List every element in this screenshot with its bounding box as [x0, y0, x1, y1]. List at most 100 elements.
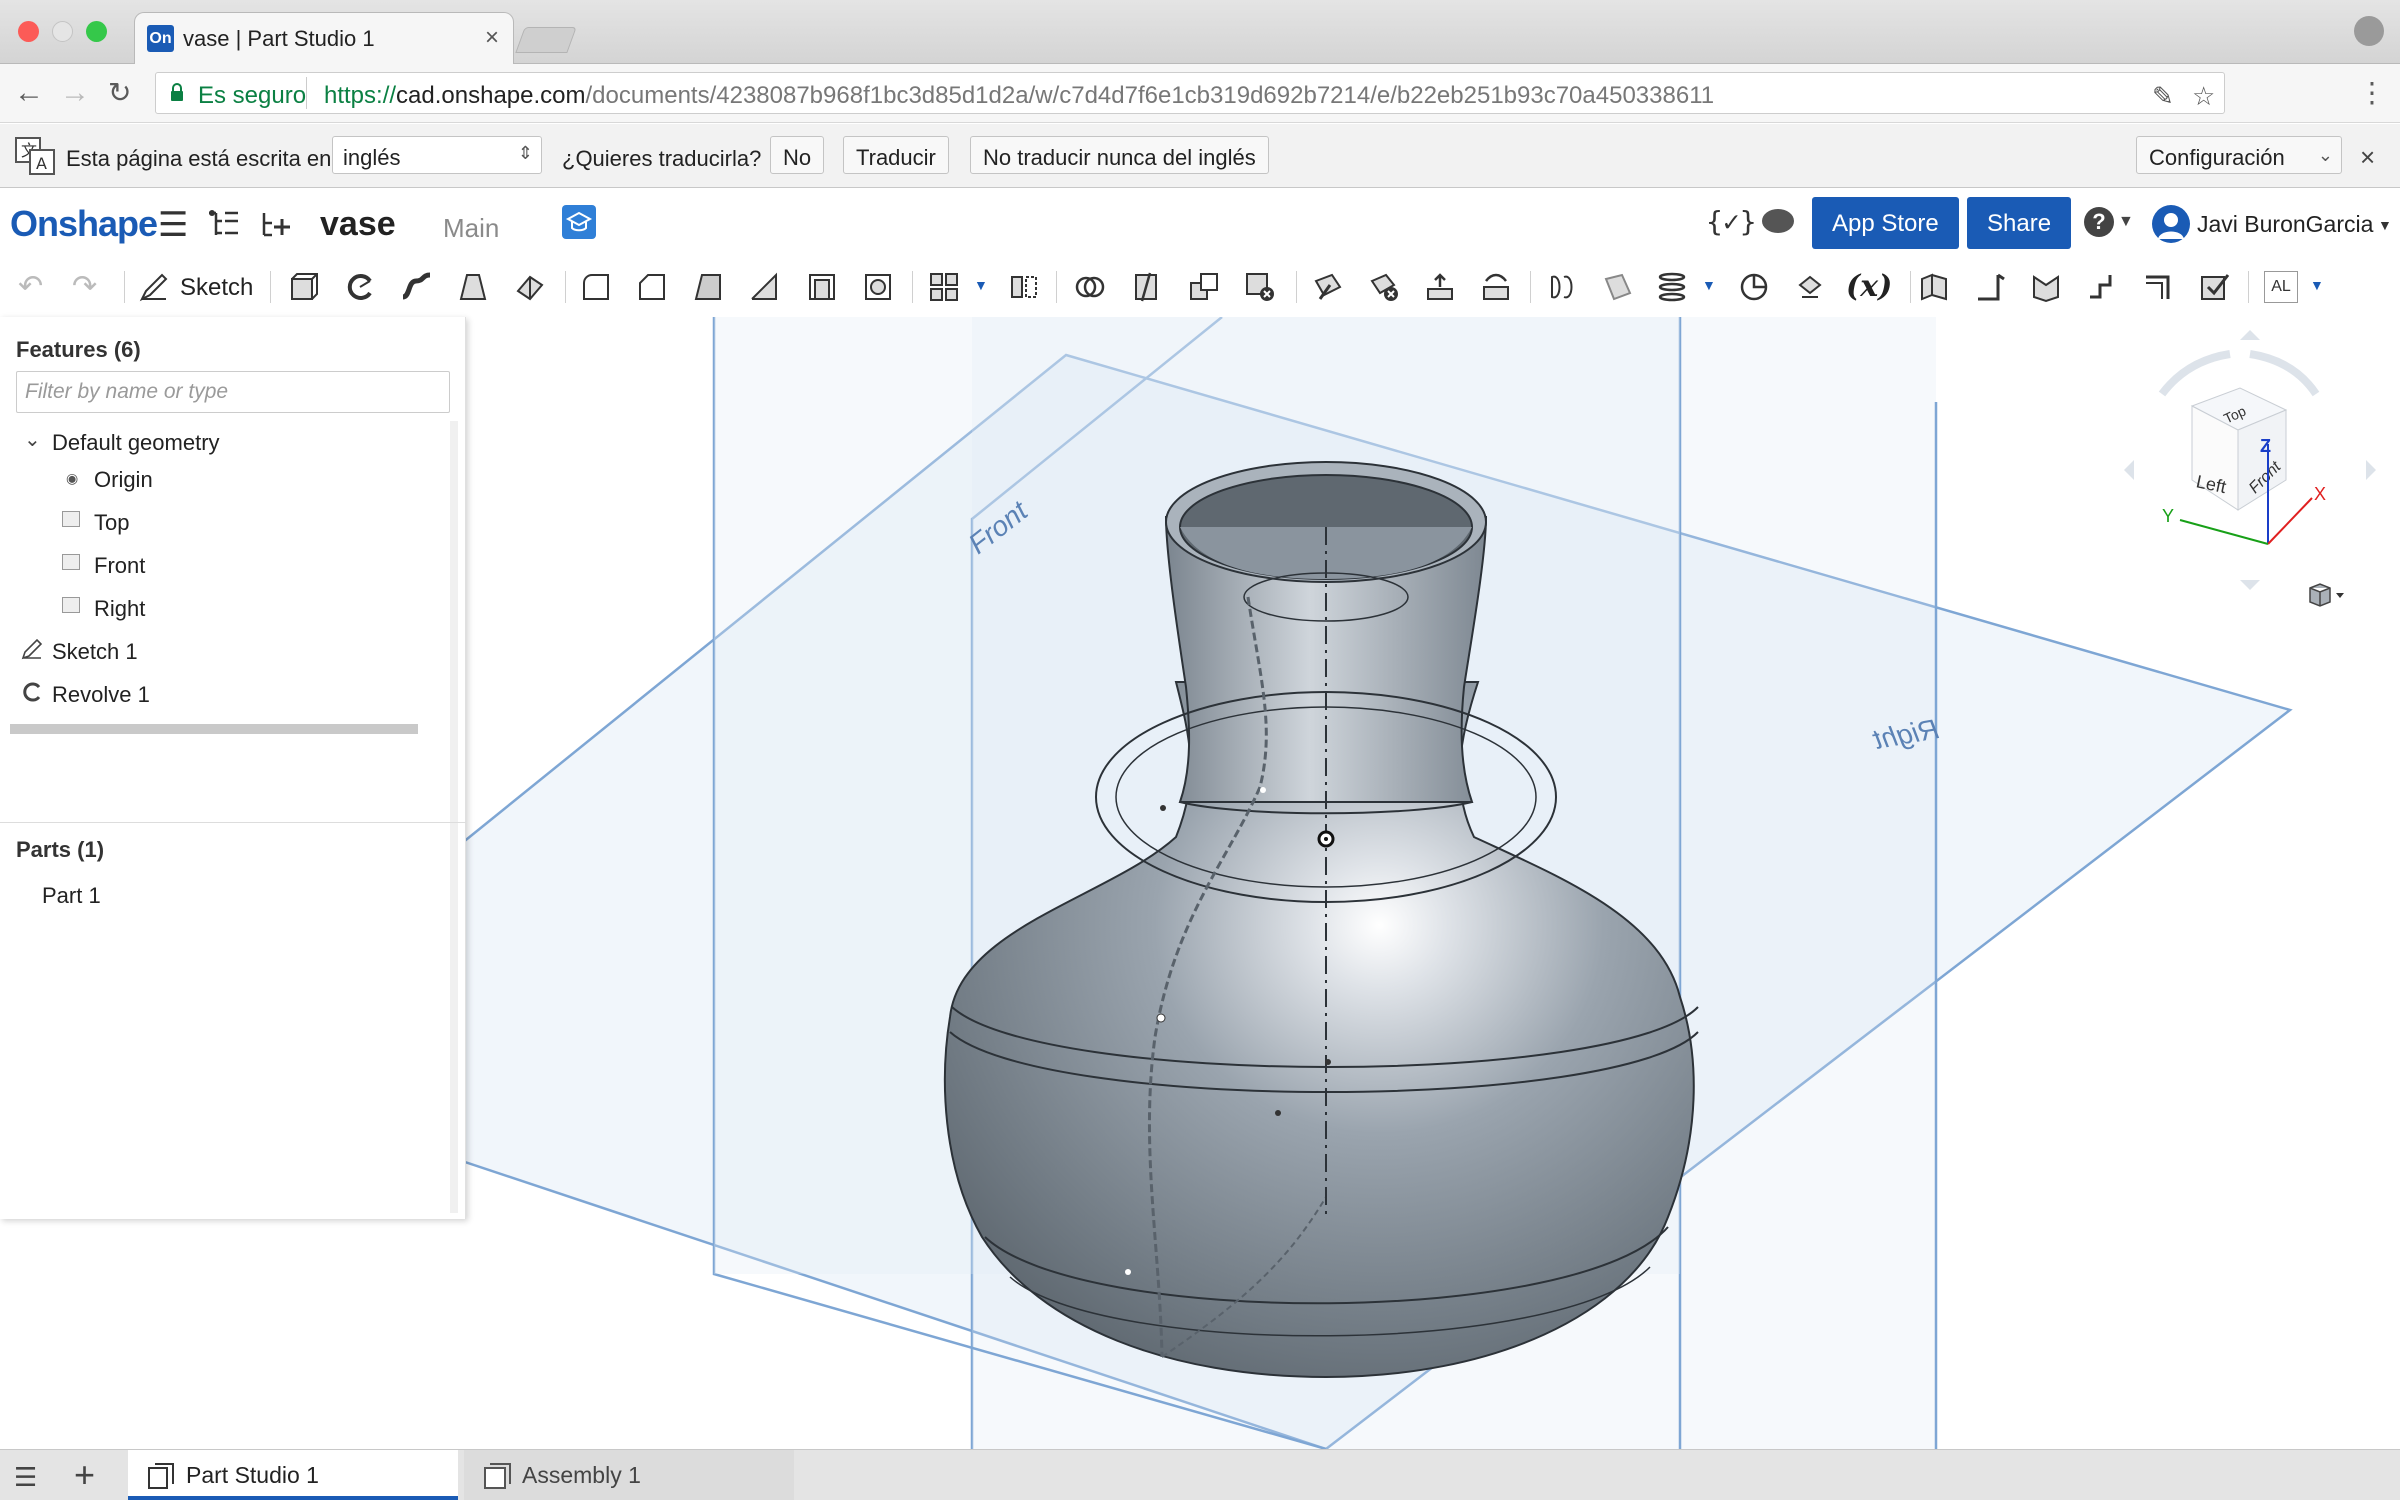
linear-pattern-icon[interactable]: [928, 271, 960, 303]
tab-close-icon[interactable]: ×: [485, 24, 499, 52]
modify-fillet-icon[interactable]: [1312, 271, 1344, 303]
extrude-icon[interactable]: [287, 271, 319, 303]
variables-icon[interactable]: {✓}: [1706, 205, 1757, 238]
language-select[interactable]: inglés ⇕: [332, 136, 542, 174]
part-item-part-1[interactable]: Part 1: [42, 883, 101, 909]
delete-face-icon[interactable]: [1368, 271, 1400, 303]
measure-icon[interactable]: [1738, 271, 1770, 303]
replace-face-icon[interactable]: [1480, 271, 1512, 303]
workspace-name[interactable]: Main: [443, 213, 499, 244]
sketch-pencil-icon[interactable]: [138, 271, 170, 303]
reload-icon[interactable]: ↻: [108, 76, 131, 109]
render-mode-dropdown[interactable]: [2306, 580, 2346, 610]
comments-icon[interactable]: [1762, 209, 1794, 233]
translate-button[interactable]: Traducir: [843, 136, 949, 174]
view-down-arrow-icon[interactable]: [2240, 580, 2260, 590]
fillet-icon[interactable]: [580, 271, 612, 303]
feature-item-right[interactable]: Right: [94, 596, 145, 622]
helix-icon[interactable]: [1656, 271, 1688, 303]
mirror-icon[interactable]: [1008, 271, 1040, 303]
back-arrow-icon[interactable]: ←: [14, 76, 44, 110]
feature-filter-input[interactable]: [16, 371, 450, 413]
onshape-logo[interactable]: Onshape: [10, 203, 158, 245]
translate-config-select[interactable]: Configuración ⌄: [2136, 136, 2342, 174]
hole-icon[interactable]: [862, 271, 894, 303]
insert-feature-icon[interactable]: [260, 209, 294, 239]
learning-center-icon[interactable]: [562, 205, 596, 239]
applications-menu-button[interactable]: AL: [2264, 271, 2298, 303]
draft-icon[interactable]: [692, 271, 724, 303]
view-up-arrow-icon[interactable]: [2240, 330, 2260, 340]
transform-icon[interactable]: [1188, 271, 1220, 303]
user-name[interactable]: Javi BuronGarcia: [2197, 211, 2373, 238]
url-input[interactable]: Es seguro https://cad.onshape.com/docume…: [155, 72, 2225, 114]
view-right-arrow-icon[interactable]: [2366, 460, 2376, 480]
user-menu-caret-icon[interactable]: ▼: [2378, 217, 2392, 233]
browser-tab-active[interactable]: On vase | Part Studio 1 ×: [134, 12, 514, 65]
no-translate-button[interactable]: No: [770, 136, 825, 174]
mate-connector-icon[interactable]: [1794, 271, 1826, 303]
split-icon[interactable]: [1130, 271, 1162, 303]
app-store-button[interactable]: App Store: [1812, 197, 1959, 249]
revolve-icon[interactable]: [344, 271, 376, 303]
help-caret-icon[interactable]: ▼: [2118, 213, 2134, 231]
never-translate-button[interactable]: No traducir nunca del inglés: [970, 136, 1269, 174]
forward-arrow-icon[interactable]: →: [60, 76, 90, 110]
browser-profile-icon[interactable]: [2354, 16, 2384, 46]
tab-manager-icon[interactable]: ☰: [14, 1462, 37, 1493]
plane-icon[interactable]: [1602, 271, 1634, 303]
finish-sheet-metal-icon[interactable]: [2198, 271, 2230, 303]
tab-part-studio-1[interactable]: Part Studio 1: [128, 1450, 458, 1500]
feature-item-top[interactable]: Top: [94, 510, 129, 536]
user-avatar[interactable]: [2152, 205, 2190, 243]
maximize-window-button[interactable]: [86, 21, 107, 42]
add-tab-icon[interactable]: +: [74, 1454, 95, 1496]
bookmark-star-icon[interactable]: ☆: [2192, 81, 2215, 112]
thicken-icon[interactable]: [514, 271, 546, 303]
minimize-window-button[interactable]: [52, 21, 73, 42]
chamfer-icon[interactable]: [636, 271, 668, 303]
rotate-arrow-right-icon[interactable]: [2249, 350, 2320, 397]
vertical-scrollbar[interactable]: [450, 421, 458, 1213]
offset-surface-icon[interactable]: [1546, 271, 1578, 303]
variable-button[interactable]: (x): [1846, 269, 1892, 304]
paintbrush-icon[interactable]: ✎: [2152, 81, 2174, 112]
feature-item-origin[interactable]: Origin: [94, 467, 153, 493]
browser-menu-icon[interactable]: ⋮: [2358, 76, 2386, 109]
sketch-button[interactable]: Sketch: [180, 274, 253, 302]
move-face-icon[interactable]: [1424, 271, 1456, 303]
panel-divider[interactable]: [0, 822, 466, 823]
view-left-arrow-icon[interactable]: [2124, 460, 2134, 480]
hamburger-menu-icon[interactable]: ☰: [158, 205, 188, 245]
feature-list-icon[interactable]: [206, 209, 240, 239]
chevron-down-icon[interactable]: ⌄: [24, 427, 41, 452]
boolean-icon[interactable]: [1074, 271, 1106, 303]
tab-assembly-1[interactable]: Assembly 1: [464, 1450, 794, 1500]
horizontal-scrollbar[interactable]: [10, 724, 418, 734]
undo-icon[interactable]: ↶: [18, 269, 43, 304]
new-tab-button[interactable]: [515, 27, 577, 53]
share-button[interactable]: Share: [1967, 197, 2072, 249]
help-icon[interactable]: ?: [2084, 207, 2114, 237]
feature-item-front[interactable]: Front: [94, 553, 145, 579]
curve-caret-icon[interactable]: ▼: [1702, 277, 1716, 293]
flange-icon[interactable]: [1974, 271, 2006, 303]
sweep-icon[interactable]: [400, 271, 432, 303]
pattern-caret-icon[interactable]: ▼: [974, 277, 988, 293]
shell-icon[interactable]: [806, 271, 838, 303]
rotate-arrow-left-icon[interactable]: [2158, 350, 2231, 397]
close-translate-icon[interactable]: ×: [2360, 142, 2375, 173]
view-cube[interactable]: Top Left Front Z X Y: [2100, 330, 2400, 610]
sheet-metal-icon[interactable]: [1918, 271, 1950, 303]
rib-icon[interactable]: [748, 271, 780, 303]
default-geometry-group[interactable]: Default geometry: [52, 430, 220, 456]
applications-caret-icon[interactable]: ▼: [2310, 277, 2324, 293]
document-name[interactable]: vase: [320, 205, 396, 244]
joint-icon[interactable]: [2142, 271, 2174, 303]
redo-icon[interactable]: ↷: [72, 269, 97, 304]
feature-item-sketch-1[interactable]: Sketch 1: [52, 639, 138, 665]
delete-part-icon[interactable]: [1244, 271, 1276, 303]
close-window-button[interactable]: [18, 21, 39, 42]
loft-icon[interactable]: [457, 271, 489, 303]
feature-item-revolve-1[interactable]: Revolve 1: [52, 682, 150, 708]
